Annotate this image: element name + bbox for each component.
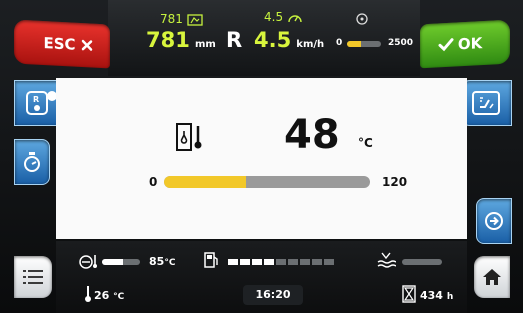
- coolant-temp-unit: °C: [358, 136, 373, 150]
- speed-readout: 4.5 km/h: [254, 28, 325, 52]
- arrow-right-icon: [484, 211, 504, 231]
- home-icon: [482, 268, 502, 286]
- menu-button[interactable]: [14, 256, 52, 298]
- fuel-segment: [312, 259, 322, 265]
- fuel-segment: [324, 259, 334, 265]
- fan-engine-icon: R: [24, 87, 58, 119]
- rpm-min-label: 0: [336, 38, 343, 48]
- engine-temp-readout: 85°C: [149, 255, 176, 268]
- esc-label: ESC: [43, 34, 76, 54]
- timer-icon: [22, 151, 42, 173]
- distance-flag-icon: [187, 13, 203, 26]
- engine-temp-bar-fill: [102, 259, 123, 265]
- clock-display: 16:20: [243, 285, 303, 305]
- fuel-pump-icon: [204, 251, 220, 269]
- fuel-segment: [240, 259, 250, 265]
- engine-temp-icon: [78, 253, 98, 269]
- coolant-temp-value: 48: [284, 112, 340, 158]
- next-page-button[interactable]: [476, 198, 512, 244]
- operating-hours-readout: 434 h: [420, 289, 454, 302]
- fuel-segment: [288, 259, 298, 265]
- distance-setpoint: 781: [160, 12, 203, 26]
- esc-button[interactable]: ESC: [14, 19, 110, 69]
- check-icon: [438, 38, 454, 53]
- climate-seat-icon: [471, 90, 501, 116]
- fuel-segment: [264, 259, 274, 265]
- rpm-bar: [347, 41, 381, 47]
- close-x-icon: [81, 39, 93, 52]
- svg-text:R: R: [33, 95, 39, 104]
- top-status-bar: 781 781 mm R 4.5 4.5 km/h 0 2500: [108, 0, 420, 76]
- hourglass-icon: [402, 285, 416, 303]
- climate-seat-button[interactable]: [460, 80, 512, 126]
- fuel-segment: [252, 259, 262, 265]
- coolant-temp-bar-fill: [164, 176, 247, 188]
- speed-setpoint: 4.5: [264, 10, 303, 25]
- fuel-segment: [276, 259, 286, 265]
- main-panel: 48 °C 0 120: [56, 78, 467, 246]
- menu-list-icon: [23, 269, 43, 285]
- home-button[interactable]: [474, 256, 510, 298]
- scale-max-label: 120: [382, 175, 408, 189]
- coolant-temp-bar: [164, 176, 370, 188]
- ambient-temp-readout: 26 °C: [94, 289, 125, 302]
- fuel-segment: [228, 259, 238, 265]
- ok-label: OK: [457, 34, 483, 54]
- rpm-max-label: 2500: [388, 38, 414, 48]
- distance-readout: 781 mm: [146, 28, 216, 52]
- scale-min-label: 0: [149, 175, 158, 189]
- coolant-temp-icon: [174, 122, 204, 152]
- water-level-bar: [402, 259, 442, 265]
- thermometer-icon: [84, 285, 92, 303]
- rpm-bar-fill: [347, 41, 362, 47]
- ok-button[interactable]: OK: [420, 19, 510, 69]
- gear-indicator: R: [226, 28, 243, 52]
- engine-temp-bar: [102, 259, 140, 265]
- rpm-icon: [355, 12, 369, 26]
- fuel-segment: [300, 259, 310, 265]
- timer-button[interactable]: [14, 139, 50, 185]
- speedometer-icon: [287, 11, 303, 25]
- water-level-icon: [376, 251, 396, 269]
